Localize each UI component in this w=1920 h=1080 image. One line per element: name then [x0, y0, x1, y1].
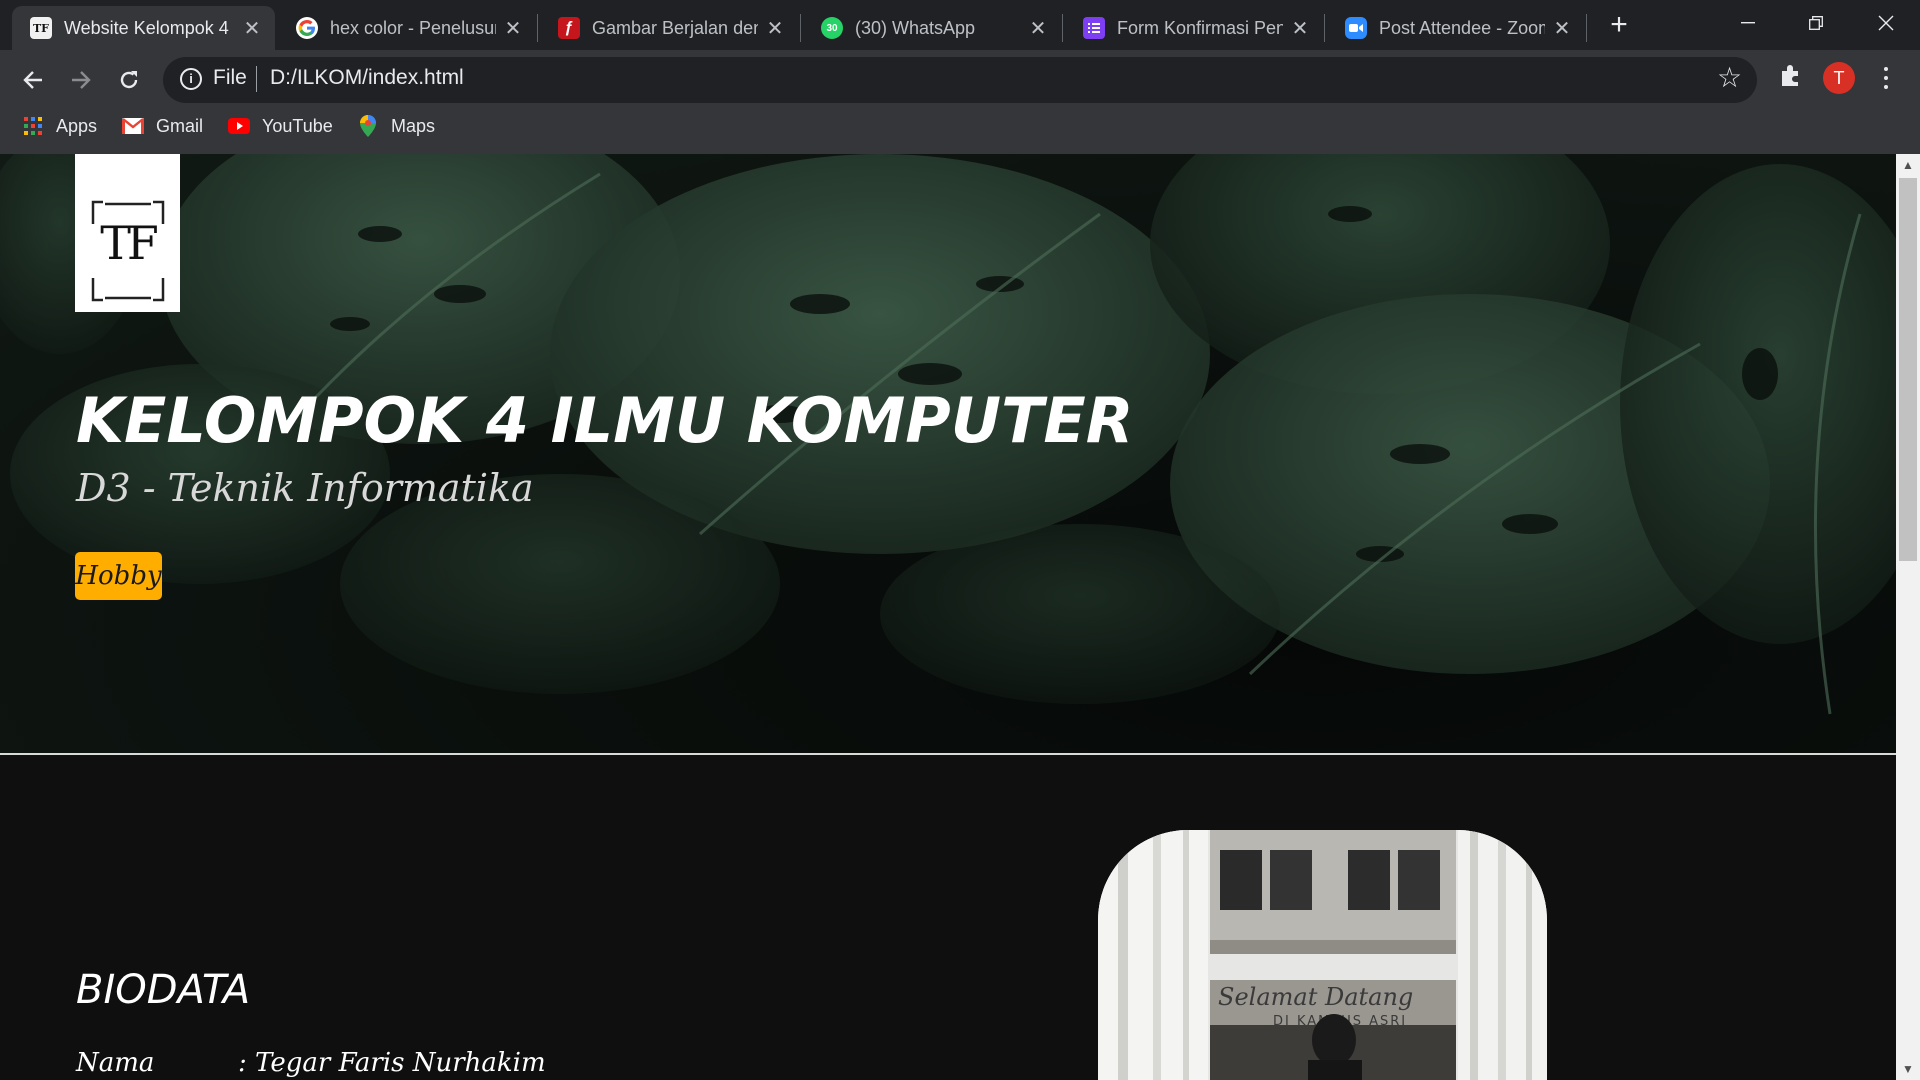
tab-separator — [1062, 14, 1063, 42]
flash-icon: ƒ — [558, 17, 580, 39]
campus-photo-image: Selamat Datang DI KAMPUS ASRI — [1098, 830, 1547, 1080]
tab-title: Form Konfirmasi Pendaftaran — [1117, 17, 1283, 38]
close-icon[interactable]: ✕ — [1291, 16, 1309, 41]
tab-form-konfirmasi[interactable]: Form Konfirmasi Pendaftaran ✕ — [1065, 6, 1323, 50]
minimize-icon — [1741, 22, 1755, 24]
youtube-icon — [228, 115, 250, 137]
apps-grid-icon — [22, 115, 44, 137]
photo-sign-text: Selamat Datang — [1218, 983, 1413, 1011]
bookmark-youtube[interactable]: YouTube — [228, 113, 333, 139]
info-icon[interactable]: i — [180, 68, 202, 90]
bookmark-label: Apps — [56, 115, 98, 136]
close-icon — [1878, 15, 1894, 31]
close-icon[interactable]: ✕ — [1029, 16, 1047, 41]
hobby-button[interactable]: Hobby — [75, 552, 162, 600]
tab-title: Gambar Berjalan dengan — [592, 17, 758, 38]
bookmark-label: Maps — [391, 115, 436, 136]
puzzle-icon — [1782, 65, 1798, 86]
close-icon[interactable]: ✕ — [1553, 16, 1571, 41]
scroll-down-arrow-icon[interactable]: ▼ — [1901, 1062, 1915, 1076]
new-tab-button[interactable]: + — [1604, 8, 1634, 42]
hero-title: KELOMPOK 4 ILMU KOMPUTER — [76, 384, 1134, 457]
bookmark-apps[interactable]: Apps — [22, 113, 97, 139]
tab-title: Website Kelompok 4 — [64, 17, 229, 38]
tf-logo-icon: TF — [30, 17, 52, 39]
google-icon — [296, 17, 318, 39]
bookmark-maps[interactable]: Maps — [357, 113, 435, 139]
whatsapp-icon: 30 — [821, 17, 843, 39]
arrow-left-icon — [23, 71, 42, 89]
back-button[interactable] — [13, 60, 53, 100]
biodata-title: BIODATA — [76, 967, 251, 1013]
tab-zoom[interactable]: Post Attendee - Zoom ✕ — [1327, 6, 1585, 50]
tab-title: (30) WhatsApp — [855, 17, 976, 38]
gmail-icon — [122, 115, 144, 137]
logo-text: TF — [100, 216, 159, 270]
tab-website-kelompok[interactable]: TF Website Kelompok 4 ✕ — [12, 6, 275, 50]
tab-title: Post Attendee - Zoom — [1379, 17, 1545, 38]
hero-banner: TF KELOMPOK 4 ILMU KOMPUTER D3 - Teknik … — [0, 154, 1896, 754]
biodata-label-nama: Nama — [76, 1048, 155, 1078]
restore-button[interactable] — [1782, 0, 1850, 46]
profile-photo: Selamat Datang DI KAMPUS ASRI — [1098, 830, 1547, 1080]
tab-title: hex color - Penelusuran — [330, 17, 496, 38]
profile-avatar[interactable]: T — [1823, 62, 1855, 94]
bookmark-gmail[interactable]: Gmail — [122, 113, 203, 139]
tab-separator — [1586, 14, 1587, 42]
divider — [256, 66, 257, 92]
site-logo[interactable]: TF — [75, 154, 180, 312]
scrollbar-thumb[interactable] — [1899, 178, 1917, 561]
forms-icon — [1083, 17, 1105, 39]
maps-pin-icon — [357, 115, 379, 137]
bookmark-label: Gmail — [156, 115, 204, 136]
menu-kebab-icon[interactable] — [1878, 62, 1894, 94]
tab-gambar-berjalan[interactable]: ƒ Gambar Berjalan dengan ✕ — [540, 6, 798, 50]
biodata-value-nama: : Tegar Faris Nurhakim — [238, 1048, 546, 1078]
reload-button[interactable] — [109, 60, 149, 100]
reload-icon — [120, 71, 138, 89]
scroll-up-arrow-icon[interactable]: ▲ — [1901, 158, 1915, 172]
tab-separator — [1324, 14, 1325, 42]
close-icon[interactable]: ✕ — [766, 16, 784, 41]
tab-hex-color[interactable]: hex color - Penelusuran ✕ — [278, 6, 536, 50]
forward-button[interactable] — [61, 60, 101, 100]
tab-separator — [537, 14, 538, 42]
close-icon[interactable]: ✕ — [243, 16, 261, 41]
bookmark-star-icon[interactable]: ☆ — [1717, 62, 1742, 94]
extensions-button[interactable] — [1778, 62, 1808, 94]
close-icon[interactable]: ✕ — [504, 16, 522, 41]
url-text[interactable]: D:/ILKOM/index.html — [270, 66, 464, 90]
close-window-button[interactable] — [1852, 0, 1920, 46]
tab-whatsapp[interactable]: 30 (30) WhatsApp ✕ — [803, 6, 1061, 50]
restore-icon — [1809, 16, 1823, 30]
page-viewport: TF KELOMPOK 4 ILMU KOMPUTER D3 - Teknik … — [0, 154, 1896, 1080]
bookmark-label: YouTube — [262, 115, 333, 136]
zoom-icon — [1345, 17, 1367, 39]
url-scheme-label: File — [213, 66, 247, 89]
biodata-section: BIODATA Nama : Tegar Faris Nurhakim Sela… — [0, 755, 1896, 1080]
tab-separator — [800, 14, 801, 42]
arrow-right-icon — [72, 71, 91, 89]
hero-subtitle: D3 - Teknik Informatika — [76, 466, 534, 510]
minimize-button[interactable] — [1714, 0, 1782, 46]
